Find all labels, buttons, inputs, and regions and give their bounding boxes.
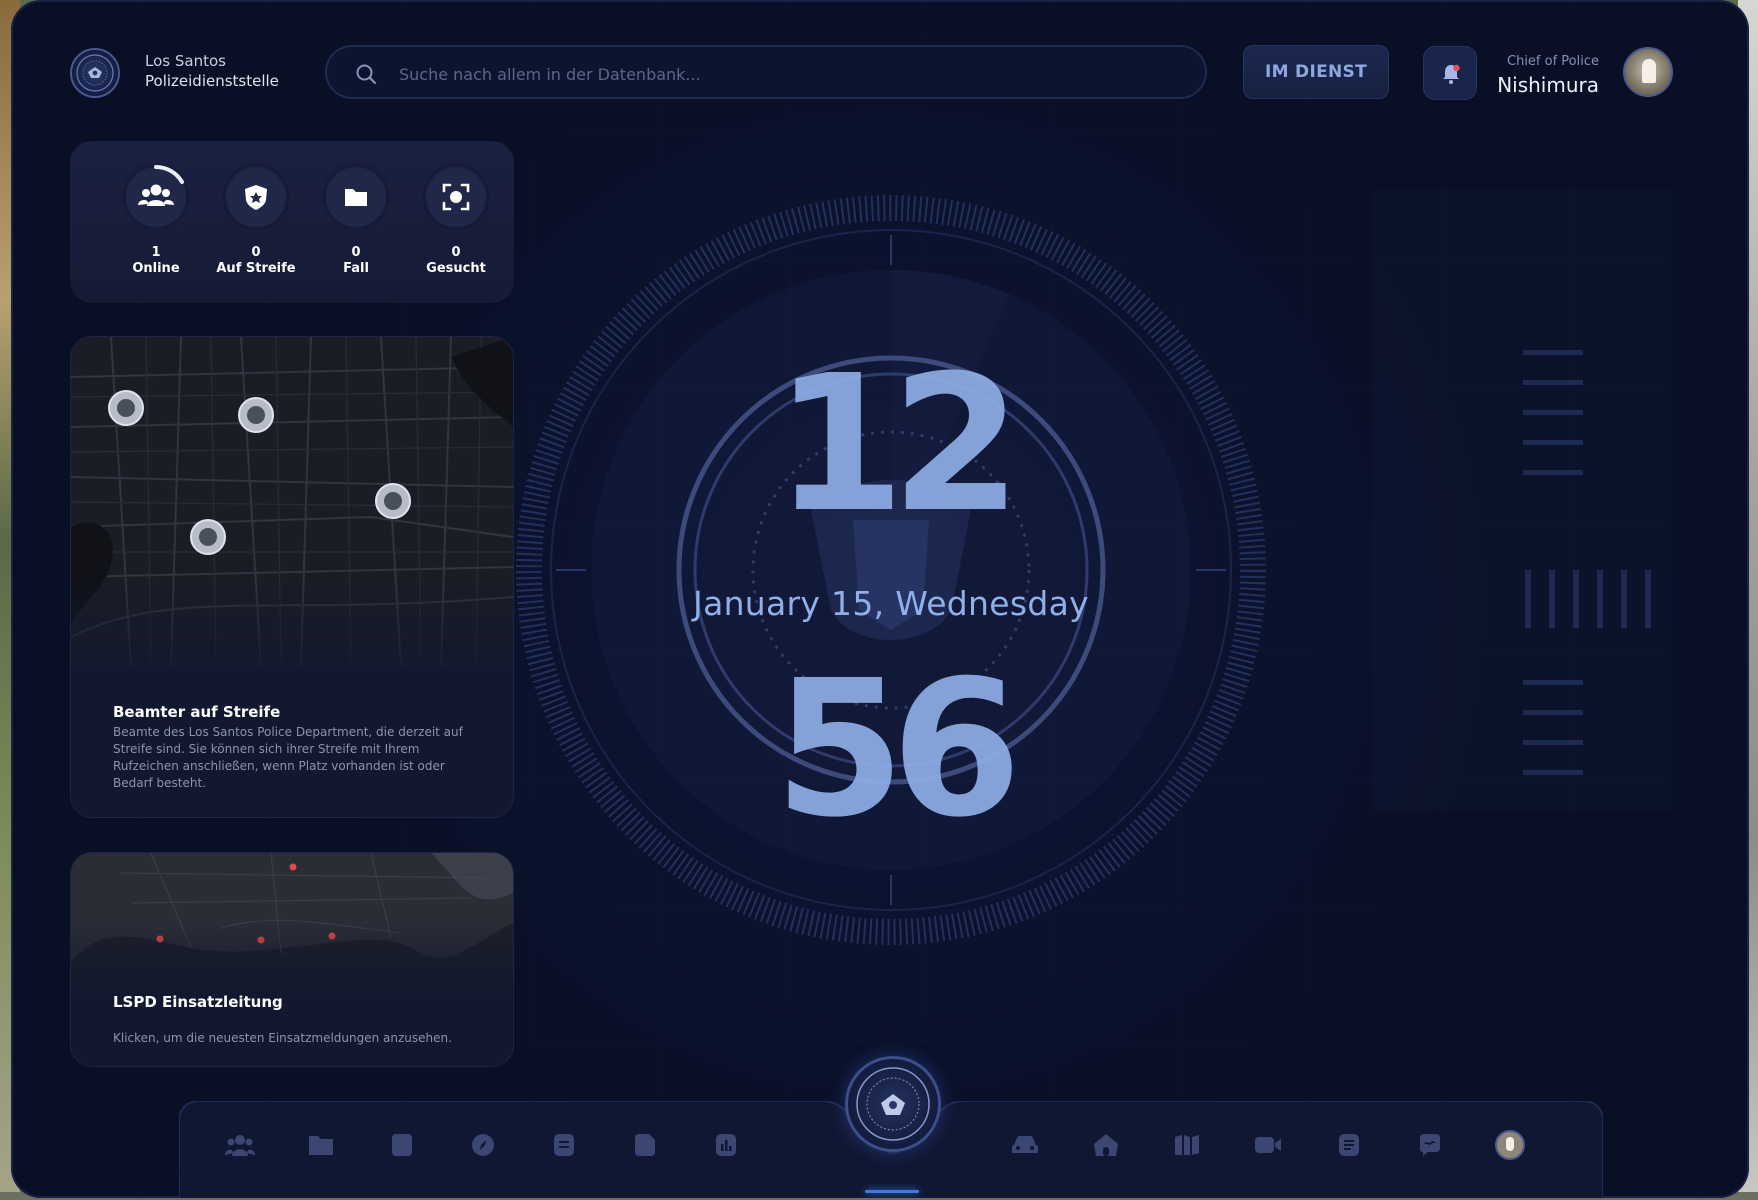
folder-icon [345, 189, 367, 206]
stat-on-patrol-value: 0 [251, 245, 261, 260]
patrol-unit-marker [375, 483, 411, 519]
stats-panel: 1 Online 0 Auf Streife 0 Fall 0 Gesucht [70, 141, 514, 303]
patrol-unit-marker [238, 397, 274, 433]
mdt-tablet: Los Santos Polizeidienststelle IM DIENST… [11, 0, 1749, 1198]
stat-on-patrol-label: Auf Streife [216, 261, 296, 276]
dock-folder-button[interactable] [304, 1128, 338, 1162]
patrol-officers-card[interactable]: Beamter auf Streife Beamte des Los Santo… [70, 336, 514, 818]
dispatch-card-title: LSPD Einsatzleitung [113, 993, 283, 1011]
patrol-unit-marker [108, 390, 144, 426]
clock-minutes: 56 [774, 640, 1022, 859]
dispatch-card-description: Klicken, um die neuesten Einsatzmeldunge… [113, 1031, 452, 1045]
stat-ring [122, 163, 190, 231]
note-icon [635, 1134, 655, 1156]
chart-icon [716, 1134, 736, 1156]
dispatch-card[interactable]: LSPD Einsatzleitung Klicken, um die neue… [70, 852, 514, 1067]
dock-chat-button[interactable] [1413, 1128, 1447, 1162]
badge-icon [245, 185, 267, 210]
dock-map-button[interactable] [1170, 1128, 1204, 1162]
folder-icon [309, 1136, 333, 1155]
dock-chart-button[interactable] [709, 1128, 743, 1162]
dock-report-button[interactable] [1332, 1128, 1366, 1162]
user-rank: Chief of Police [1507, 54, 1599, 69]
dock-document-button[interactable] [547, 1128, 581, 1162]
stat-cases-label: Fall [343, 261, 369, 276]
stat-online[interactable]: 1 Online [106, 163, 206, 277]
stat-ring [322, 163, 390, 231]
home-seal-button[interactable] [845, 1056, 941, 1152]
search-bar[interactable] [325, 45, 1207, 99]
notification-button[interactable] [1423, 46, 1477, 100]
stat-wanted[interactable]: 0 Gesucht [406, 163, 506, 277]
duty-status-button[interactable]: IM DIENST [1243, 45, 1389, 99]
map-icon [1175, 1135, 1199, 1155]
dock-users-button[interactable] [223, 1128, 257, 1162]
patrol-unit-marker [190, 519, 226, 555]
stat-online-value: 1 [151, 245, 161, 260]
camera-icon [1255, 1137, 1281, 1153]
house-icon [1094, 1134, 1118, 1156]
stat-wanted-value: 0 [451, 245, 461, 260]
clock-date: January 15, Wednesday [693, 584, 1089, 623]
user-name: Nishimura [1497, 73, 1599, 97]
compass-icon [472, 1134, 494, 1156]
dispatch-marker [289, 863, 297, 871]
dock-vehicle-button[interactable] [1008, 1128, 1042, 1162]
database-icon [392, 1134, 412, 1156]
department-name-line1: Los Santos [145, 52, 226, 70]
stat-cases-value: 0 [351, 245, 361, 260]
stat-ring [422, 163, 490, 231]
dock-note-button[interactable] [628, 1128, 662, 1162]
dock-compass-button[interactable] [466, 1128, 500, 1162]
stat-online-label: Online [132, 261, 180, 276]
dock-camera-button[interactable] [1251, 1128, 1285, 1162]
search-icon [356, 64, 377, 85]
dock-property-button[interactable] [1089, 1128, 1123, 1162]
chat-icon [1420, 1134, 1440, 1156]
department-seal-logo [70, 48, 120, 98]
stat-wanted-label: Gesucht [426, 261, 486, 276]
users-icon [138, 184, 174, 206]
patrol-card-title: Beamter auf Streife [113, 703, 281, 721]
dock-profile-button[interactable] [1493, 1128, 1527, 1162]
stat-on-patrol[interactable]: 0 Auf Streife [206, 163, 306, 277]
department-name: Los Santos Polizeidienststelle [145, 51, 279, 91]
report-icon [1339, 1134, 1359, 1156]
patrol-card-description: Beamte des Los Santos Police Department,… [113, 725, 463, 790]
search-input[interactable] [397, 57, 1181, 91]
clock-hours: 12 [774, 335, 1022, 554]
active-indicator [865, 1190, 919, 1193]
department-name-line2: Polizeidienststelle [145, 72, 279, 90]
users-icon [225, 1135, 255, 1156]
document-icon [554, 1134, 574, 1156]
dock-database-button[interactable] [385, 1128, 419, 1162]
car-icon [1012, 1136, 1038, 1153]
hud-decoration [1371, 190, 1671, 810]
user-avatar[interactable] [1623, 47, 1673, 97]
bell-icon [1443, 64, 1460, 84]
profile-icon [1495, 1130, 1525, 1160]
stat-cases[interactable]: 0 Fall [306, 163, 406, 277]
stat-ring [222, 163, 290, 231]
